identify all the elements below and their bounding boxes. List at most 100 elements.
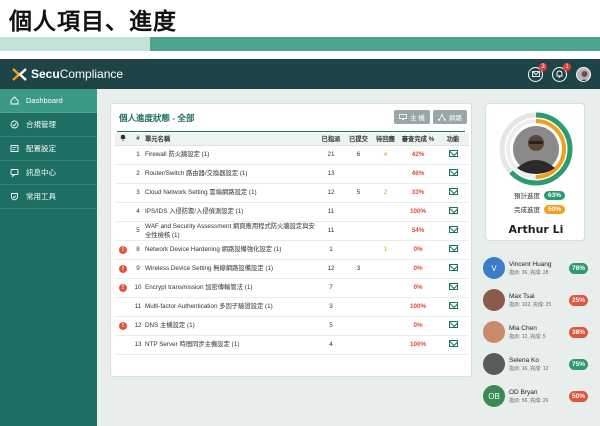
pending-count [372,259,399,279]
action-cell[interactable] [437,183,469,203]
review-percent: 0% [399,259,437,279]
action-cell[interactable] [437,259,469,279]
alert-cell [115,335,131,355]
mail-icon[interactable] [448,188,458,195]
action-cell[interactable] [437,164,469,184]
table-row[interactable]: ! 9 Wireless Device Setting 無線網路設備設定 (1) 12… [115,259,469,279]
pending-count: 1 [372,240,399,260]
submitted-count [345,164,372,184]
member-name: Selena Ko [509,356,539,364]
table-row[interactable]: ! 10 Encrypt transmission 加密傳輸管法 (1) 7 0% [115,278,469,298]
notification-button[interactable]: 1 [552,62,571,82]
unit-name[interactable]: NTP Server 時間同步主機設定 (1) [145,335,317,355]
unit-name[interactable]: Multi-factor Authentication 多因子驗證設定 (1) [145,297,317,317]
alert-cell [115,145,131,165]
row-number: 10 [131,278,145,298]
mail-button[interactable]: 3 [528,62,547,82]
member-initial: V [491,263,497,273]
mail-icon[interactable] [448,264,458,271]
unit-name[interactable]: DNS 主機設定 (1) [145,316,317,336]
assigned-count: 5 [317,316,345,336]
table-row[interactable]: 5 WAF and Security Assessment 網頁應用程式防火牆設定… [115,221,469,241]
action-cell[interactable] [437,278,469,298]
sidebar-item-compliance[interactable]: 合規管理 [0,113,97,137]
mail-icon[interactable] [448,207,458,214]
table-row[interactable]: 2 Router/Switch 路由器/交換器設定 (1) 13 46% [115,164,469,184]
review-percent: 33% [399,183,437,203]
pending-count: 2 [372,183,399,203]
team-member[interactable]: Max Tsai 指派: 102, 完成: 25 25% [481,284,588,316]
unit-name[interactable]: IPS/IDS 入侵防禦/入侵偵測設定 (1) [145,202,317,222]
action-cell[interactable] [437,316,469,336]
mail-icon[interactable] [448,340,458,347]
table-row[interactable]: 3 Cloud Network Setting 雲端網路設定 (1) 12 5 2 33% [115,183,469,203]
table-row[interactable]: 1 Firewall 防火牆設定 (1) 21 6 4 42% [115,145,469,165]
pending-count [372,297,399,317]
action-cell[interactable] [437,297,469,317]
member-avatar [483,321,505,343]
submitted-count [345,278,372,298]
review-percent: 0% [399,278,437,298]
mail-icon[interactable] [448,321,458,328]
network-filter-button[interactable]: 網路 [433,110,467,124]
unit-name[interactable]: Firewall 防火牆設定 (1) [145,145,317,165]
table-row[interactable]: ! 8 Network Device Hardening 網路設備強化設定 (1) 1… [115,240,469,260]
alert-cell: ! [115,316,131,336]
unit-name[interactable]: Cloud Network Setting 雲端網路設定 (1) [145,183,317,203]
sidebar-item-tools[interactable]: 常用工具 [0,185,97,209]
mail-icon[interactable] [448,150,458,157]
card-title: 個人進度狀態 - 全部 [119,113,195,123]
member-progress-badge: 50% [568,390,588,402]
host-filter-button[interactable]: 主 機 [394,110,430,124]
progress-ring [499,112,573,186]
mail-icon[interactable] [448,245,458,252]
logo-rest: Compliance [59,67,124,81]
sidebar-item-settings[interactable]: 配置設定 [0,137,97,161]
unit-name[interactable]: Wireless Device Setting 無線網路設備設定 (1) [145,259,317,279]
home-icon [10,96,19,105]
action-cell[interactable] [437,221,469,241]
assigned-count: 12 [317,259,345,279]
team-member[interactable]: OB OD Bryan 指派: 56, 完成: 26 50% [481,380,588,412]
review-percent: 100% [399,297,437,317]
row-number: 12 [131,316,145,336]
table-row[interactable]: 11 Multi-factor Authentication 多因子驗證設定 (1… [115,297,469,317]
submitted-count: 6 [345,145,372,165]
review-percent: 46% [399,164,437,184]
action-cell[interactable] [437,202,469,222]
team-member[interactable]: Mia Chen 指派: 12, 完成: 5 38% [481,316,588,348]
action-cell[interactable] [437,145,469,165]
sidebar-item-dashboard[interactable]: Dashboard [0,89,97,113]
slide-title: 個人項目、進度 [9,9,177,35]
sidebar-item-messages[interactable]: 訊息中心 [0,161,97,185]
table-row[interactable]: ! 12 DNS 主機設定 (1) 5 0% [115,316,469,336]
pending-count [372,316,399,336]
table-row[interactable]: 4 IPS/IDS 入侵防禦/入侵偵測設定 (1) 11 100% [115,202,469,222]
unit-name[interactable]: WAF and Security Assessment 網頁應用程式防火牆設定與… [145,221,317,241]
mail-icon[interactable] [448,226,458,233]
unit-name[interactable]: Encrypt transmission 加密傳輸管法 (1) [145,278,317,298]
user-avatar-button[interactable] [576,66,591,82]
settings-icon [10,144,19,153]
table-row[interactable]: 13 NTP Server 時間同步主機設定 (1) 4 100% [115,335,469,355]
submitted-count [345,297,372,317]
submitted-count [345,202,372,222]
mail-icon[interactable] [448,283,458,290]
team-member[interactable]: V Vincent Huang 指派: 36, 完成: 28 78% [481,252,588,284]
sidebar-item-label: 訊息中心 [26,168,56,177]
row-number: 5 [131,221,145,241]
done-progress: 完成進度 50% [494,204,578,214]
app-logo[interactable]: SecuCompliance [12,67,123,82]
mail-icon[interactable] [448,169,458,176]
mail-icon[interactable] [448,302,458,309]
unit-name[interactable]: Router/Switch 路由器/交換器設定 (1) [145,164,317,184]
unit-name[interactable]: Network Device Hardening 網路設備強化設定 (1) [145,240,317,260]
submitted-count: 3 [345,259,372,279]
submitted-count [345,316,372,336]
team-member[interactable]: Selena Ko 指派: 16, 完成: 12 75% [481,348,588,380]
action-cell[interactable] [437,335,469,355]
member-stats: 指派: 16, 完成: 12 [509,365,549,372]
action-cell[interactable] [437,240,469,260]
assigned-count: 11 [317,221,345,241]
column-header: 待回應 [372,133,399,146]
